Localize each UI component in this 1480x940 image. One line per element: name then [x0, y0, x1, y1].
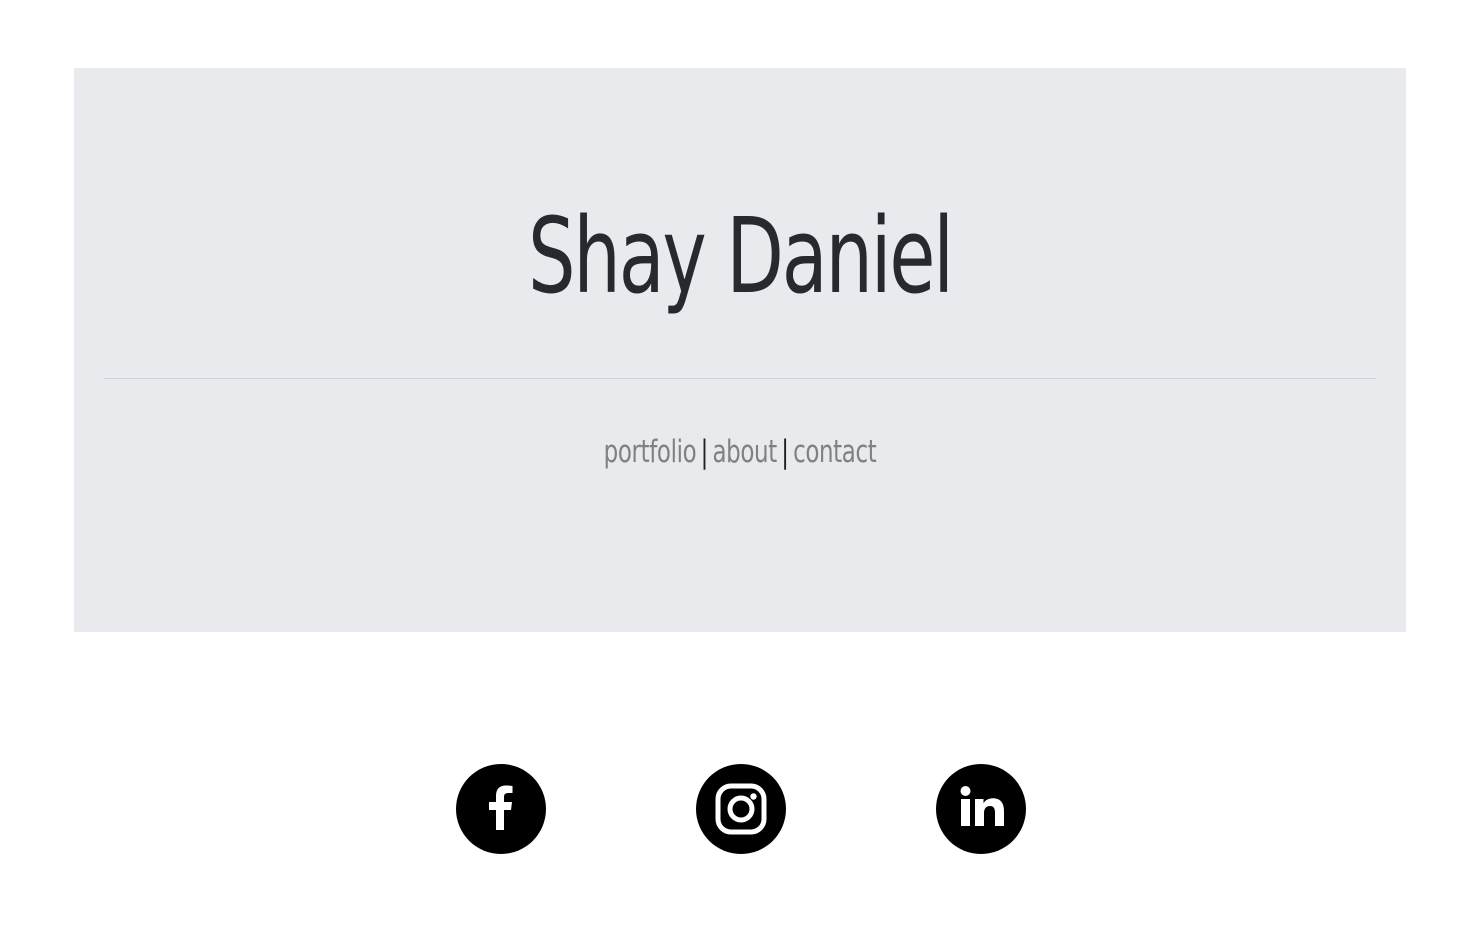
nav-separator: |: [700, 434, 709, 470]
nav-link-contact[interactable]: contact: [793, 434, 877, 470]
linkedin-icon[interactable]: [936, 764, 1026, 854]
facebook-glyph: [489, 785, 513, 830]
header-divider: [104, 378, 1376, 379]
nav-link-portfolio[interactable]: portfolio: [604, 434, 697, 470]
instagram-icon[interactable]: [696, 764, 786, 854]
site-title: Shay Daniel: [528, 195, 954, 317]
instagram-glyph: [715, 783, 767, 835]
facebook-icon[interactable]: [456, 764, 546, 854]
main-nav: portfolio | about | contact: [192, 430, 1287, 474]
nav-link-about[interactable]: about: [712, 434, 777, 470]
hero-banner: [74, 68, 1406, 632]
nav-separator: |: [781, 434, 789, 470]
linkedin-glyph: [960, 786, 1004, 826]
